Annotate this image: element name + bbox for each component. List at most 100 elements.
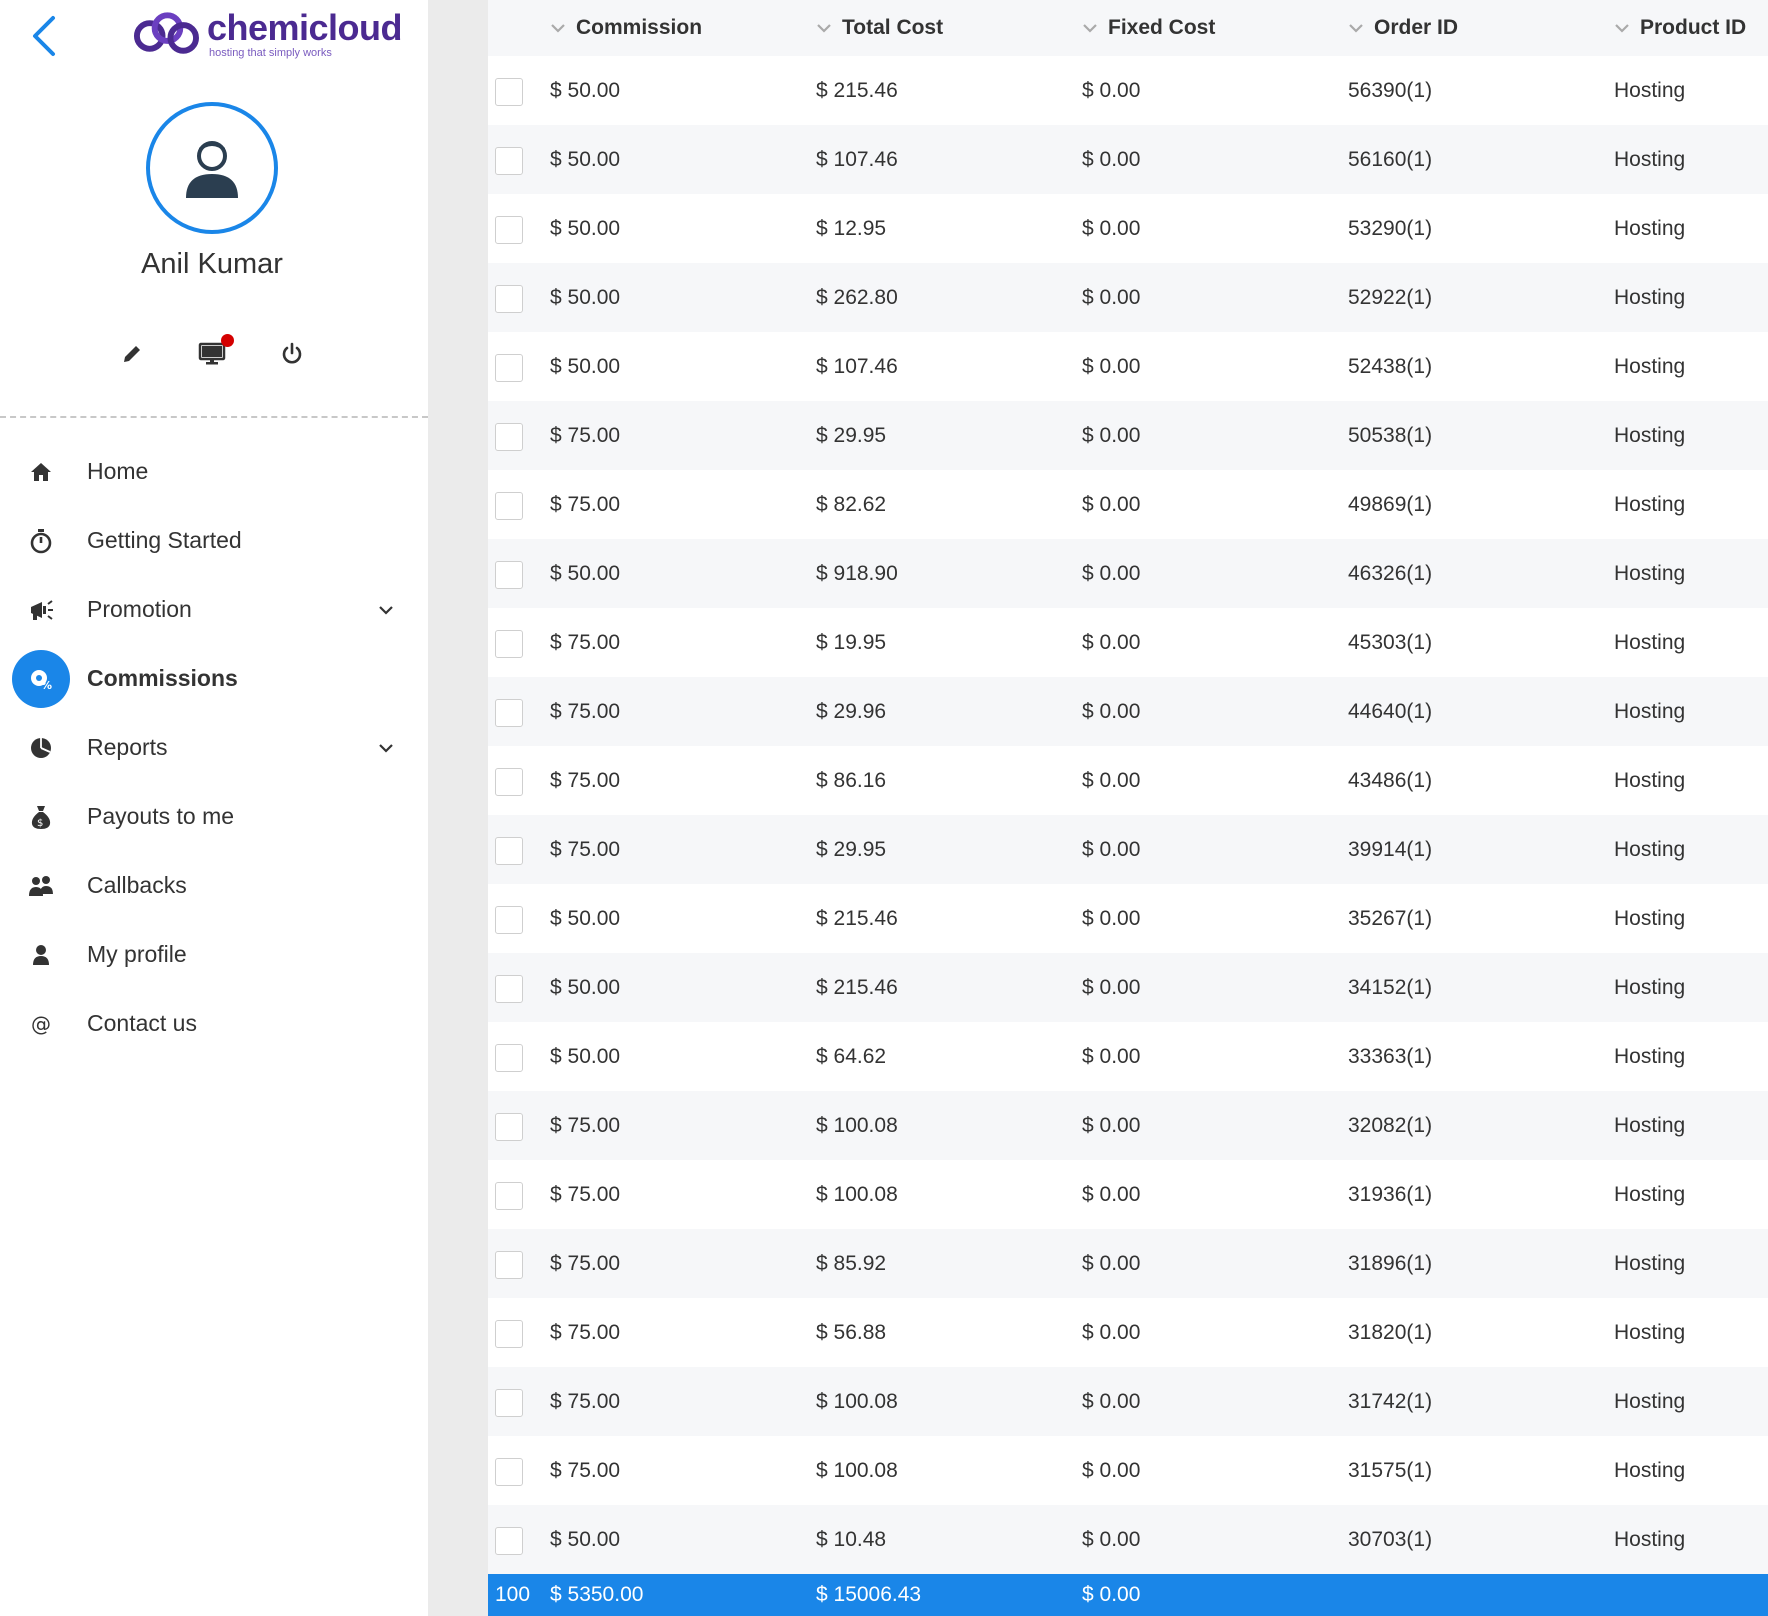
row-checkbox[interactable]: [495, 1527, 523, 1555]
sidebar-item-commissions[interactable]: % Commissions: [0, 644, 428, 713]
cell-fixed-cost: $ 0.00: [1082, 975, 1141, 999]
brand-tagline: hosting that simply works: [208, 47, 332, 59]
table-row[interactable]: $ 50.00 $ 215.46 $ 0.00 56390(1) Hosting: [488, 56, 1768, 125]
cell-order-id: 56160(1): [1348, 147, 1433, 171]
user-name: Anil Kumar: [141, 248, 283, 280]
cell-order-id: 30703(1): [1348, 1527, 1433, 1551]
table-row[interactable]: $ 50.00 $ 107.46 $ 0.00 52438(1) Hosting: [488, 332, 1768, 401]
cell-product-id: Hosting: [1614, 906, 1686, 930]
table-row[interactable]: $ 75.00 $ 86.16 $ 0.00 43486(1) Hosting: [488, 746, 1768, 815]
cell-order-id: 34152(1): [1348, 975, 1433, 999]
row-checkbox[interactable]: [495, 1182, 523, 1210]
main-content: Commission Total Cost Fixed Cost Order I…: [460, 0, 1768, 1616]
row-checkbox[interactable]: [495, 906, 523, 934]
row-checkbox[interactable]: [495, 216, 523, 244]
cell-product-id: Hosting: [1614, 699, 1686, 723]
cell-product-id: Hosting: [1614, 423, 1686, 447]
commissions-table: Commission Total Cost Fixed Cost Order I…: [488, 0, 1768, 1616]
cell-commission: $ 50.00: [550, 975, 621, 999]
row-checkbox[interactable]: [495, 285, 523, 313]
row-checkbox[interactable]: [495, 354, 523, 382]
table-row[interactable]: $ 50.00 $ 918.90 $ 0.00 46326(1) Hosting: [488, 539, 1768, 608]
table-row[interactable]: $ 75.00 $ 19.95 $ 0.00 45303(1) Hosting: [488, 608, 1768, 677]
table-row[interactable]: $ 50.00 $ 215.46 $ 0.00 35267(1) Hosting: [488, 884, 1768, 953]
chevron-down-icon[interactable]: [374, 601, 398, 619]
row-checkbox[interactable]: [495, 1251, 523, 1279]
monitor-button[interactable]: [190, 332, 234, 376]
row-checkbox[interactable]: [495, 1044, 523, 1072]
avatar[interactable]: [146, 102, 278, 234]
cell-commission: $ 75.00: [550, 699, 621, 723]
table-row[interactable]: $ 75.00 $ 29.95 $ 0.00 50538(1) Hosting: [488, 401, 1768, 470]
cell-order-id: 56390(1): [1348, 78, 1433, 102]
cell-order-id: 31575(1): [1348, 1458, 1433, 1482]
row-checkbox[interactable]: [495, 837, 523, 865]
sidebar-item-reports[interactable]: Reports: [0, 713, 428, 782]
table-row[interactable]: $ 50.00 $ 12.95 $ 0.00 53290(1) Hosting: [488, 194, 1768, 263]
table-row[interactable]: $ 50.00 $ 64.62 $ 0.00 33363(1) Hosting: [488, 1022, 1768, 1091]
user-icon: [12, 926, 70, 984]
row-checkbox[interactable]: [495, 78, 523, 106]
back-button[interactable]: [24, 10, 64, 62]
column-header-label: Fixed Cost: [1108, 16, 1216, 39]
row-checkbox[interactable]: [495, 1458, 523, 1486]
column-header-total-cost[interactable]: Total Cost: [816, 0, 943, 56]
cell-fixed-cost: $ 0.00: [1082, 1251, 1141, 1275]
sidebar-item-promotion[interactable]: Promotion: [0, 575, 428, 644]
column-header-order-id[interactable]: Order ID: [1348, 0, 1458, 56]
row-checkbox[interactable]: [495, 699, 523, 727]
table-row[interactable]: $ 75.00 $ 100.08 $ 0.00 31742(1) Hosting: [488, 1367, 1768, 1436]
cell-order-id: 31742(1): [1348, 1389, 1433, 1413]
sidebar-item-callbacks[interactable]: Callbacks: [0, 851, 428, 920]
sort-chevron-icon: [1348, 23, 1364, 33]
table-row[interactable]: $ 75.00 $ 100.08 $ 0.00 31936(1) Hosting: [488, 1160, 1768, 1229]
cell-total-cost: $ 100.08: [816, 1458, 898, 1482]
row-checkbox[interactable]: [495, 768, 523, 796]
table-row[interactable]: $ 75.00 $ 85.92 $ 0.00 31896(1) Hosting: [488, 1229, 1768, 1298]
sidebar-item-payouts[interactable]: $ Payouts to me: [0, 782, 428, 851]
table-row[interactable]: $ 50.00 $ 10.48 $ 0.00 30703(1) Hosting: [488, 1505, 1768, 1574]
table-row[interactable]: $ 50.00 $ 107.46 $ 0.00 56160(1) Hosting: [488, 125, 1768, 194]
sidebar-nav: Home Getting Started Promotion % Commiss…: [0, 437, 428, 1058]
table-row[interactable]: $ 75.00 $ 100.08 $ 0.00 31575(1) Hosting: [488, 1436, 1768, 1505]
cell-order-id: 52438(1): [1348, 354, 1433, 378]
row-checkbox[interactable]: [495, 975, 523, 1003]
cell-product-id: Hosting: [1614, 78, 1686, 102]
row-checkbox[interactable]: [495, 147, 523, 175]
row-checkbox[interactable]: [495, 492, 523, 520]
row-checkbox[interactable]: [495, 423, 523, 451]
logout-button[interactable]: [270, 332, 314, 376]
cell-product-id: Hosting: [1614, 768, 1686, 792]
cell-total-cost: $ 56.88: [816, 1320, 887, 1344]
row-checkbox[interactable]: [495, 1320, 523, 1348]
cell-total-cost: $ 215.46: [816, 78, 898, 102]
sidebar-item-contact-us[interactable]: @ Contact us: [0, 989, 428, 1058]
table-row[interactable]: $ 75.00 $ 82.62 $ 0.00 49869(1) Hosting: [488, 470, 1768, 539]
row-checkbox[interactable]: [495, 630, 523, 658]
edit-profile-button[interactable]: [110, 332, 154, 376]
column-header-commission[interactable]: Commission: [550, 0, 702, 56]
chevron-down-icon[interactable]: [374, 739, 398, 757]
sidebar-item-home[interactable]: Home: [0, 437, 428, 506]
sidebar-item-my-profile[interactable]: My profile: [0, 920, 428, 989]
brand-logo[interactable]: chemicloud hosting that simply works: [132, 4, 403, 64]
table-row[interactable]: $ 75.00 $ 29.95 $ 0.00 39914(1) Hosting: [488, 815, 1768, 884]
table-row[interactable]: $ 75.00 $ 29.96 $ 0.00 44640(1) Hosting: [488, 677, 1768, 746]
table-row[interactable]: $ 75.00 $ 100.08 $ 0.00 32082(1) Hosting: [488, 1091, 1768, 1160]
table-row[interactable]: $ 50.00 $ 215.46 $ 0.00 34152(1) Hosting: [488, 953, 1768, 1022]
row-checkbox[interactable]: [495, 1389, 523, 1417]
cell-total-cost: $ 215.46: [816, 975, 898, 999]
row-checkbox[interactable]: [495, 561, 523, 589]
table-row[interactable]: $ 75.00 $ 56.88 $ 0.00 31820(1) Hosting: [488, 1298, 1768, 1367]
table-row[interactable]: $ 50.00 $ 262.80 $ 0.00 52922(1) Hosting: [488, 263, 1768, 332]
column-header-fixed-cost[interactable]: Fixed Cost: [1082, 0, 1215, 56]
row-checkbox[interactable]: [495, 1113, 523, 1141]
column-header-product-id[interactable]: Product ID: [1614, 0, 1746, 56]
cell-order-id: 53290(1): [1348, 216, 1433, 240]
cell-commission: $ 50.00: [550, 561, 621, 585]
totals-fixed-cost: $ 0.00: [1082, 1583, 1141, 1606]
cell-order-id: 31896(1): [1348, 1251, 1433, 1275]
cell-total-cost: $ 100.08: [816, 1389, 898, 1413]
cell-total-cost: $ 86.16: [816, 768, 887, 792]
sidebar-item-getting-started[interactable]: Getting Started: [0, 506, 428, 575]
